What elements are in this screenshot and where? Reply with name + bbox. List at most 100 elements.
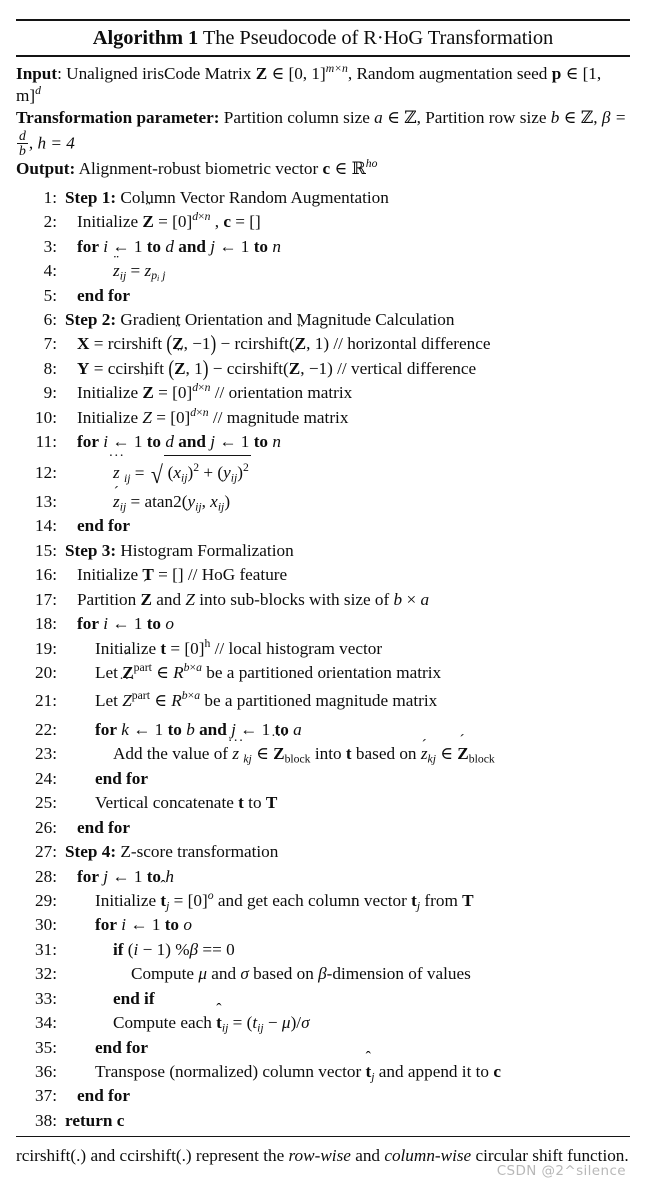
line-content: Initialize ˆ tj = [0]o and get each colum… [95, 878, 474, 913]
algorithm-preamble: Input: Unaligned irisCode Matrix Z ∈ [0,… [16, 57, 630, 182]
line-number: 5: [43, 285, 57, 305]
line-content: end for [77, 1086, 130, 1106]
code-line: 38: return c [16, 1109, 630, 1133]
line-content: return c [65, 1110, 125, 1130]
line-number: 30: [35, 915, 57, 935]
footnote-part-1: rcirshift(.) and ccirshift(.) represent … [16, 1146, 285, 1166]
z-acute-symbol: ´ Z [457, 731, 469, 764]
line-number: 18: [35, 614, 57, 634]
line-number: 35: [35, 1037, 57, 1057]
line-content: Compute each ˆ tij = (tij − μ)/σ [113, 1000, 310, 1035]
code-line: 21: Let ˙˙˙ Zpart ∈ Rb×a be a partitioned … [16, 676, 630, 718]
param-a-membership: ∈ ℤ [387, 107, 417, 127]
z-diaeresis-symbol: ¨ Z [142, 199, 154, 232]
param-b-membership: ∈ ℤ [563, 107, 594, 127]
algorithm-title-rest: The Pseudocode of R·HoG Transformation [202, 27, 554, 49]
line-number: 37: [35, 1086, 57, 1106]
code-line: 18: for i ← 1 to o [16, 612, 630, 636]
code-line: 19: Initialize t = [0]h // local histogra… [16, 637, 630, 661]
line-content: X = rcirshift (¨ Z, −1) − rcirshift(¨ Z, 1… [77, 321, 491, 356]
code-line: 32: Compute μ and σ based on β-dimension … [16, 962, 630, 986]
line-content: end if [113, 988, 155, 1008]
output-c-symbol: c [322, 158, 331, 178]
z-triple-dot-symbol: ˙˙˙ z [227, 736, 244, 764]
line-content: Step 3: Histogram Formalization [65, 539, 630, 563]
code-line: 23: Add the value of ˙˙˙ z kj ∈ ˙˙˙ Zblock … [16, 731, 630, 766]
line-content: ´ zij = atan2(yij, xij) [113, 484, 231, 514]
line-content: end for [77, 516, 130, 536]
line-number: 27: [35, 842, 57, 862]
code-line: 9: Initialize ´ Z = [0]d×n // orientation … [16, 372, 630, 405]
step-label: Step 3: [65, 540, 117, 560]
line-number: 17: [35, 589, 57, 609]
code-line: 6: Step 2: Gradient Orientation and Magni… [16, 308, 630, 332]
line-number: 34: [35, 1013, 57, 1033]
line-number: 31: [35, 939, 57, 959]
line-content: Step 4: Z-score transformation [65, 840, 630, 864]
line-number: 2: [43, 212, 57, 232]
line-number: 6: [43, 310, 57, 330]
pseudocode-body: 1: Step 1: Column Vector Random Augmentat… [16, 182, 630, 1136]
code-line: 20: Let ´ Zpart ∈ Rb×a be a partitioned or… [16, 651, 630, 685]
line-content: Transpose (normalized) column vector ˆ tj… [95, 1049, 501, 1084]
line-number: 21: [35, 691, 57, 711]
code-line: 26: end for [16, 816, 630, 840]
line-text: Histogram Formalization [120, 540, 294, 560]
line-content: for i ← 1 to o [77, 614, 174, 634]
z-acute-symbol: ´ Z [140, 577, 152, 609]
code-line: 8: Y = ccirshift (¨ Z, 1) − ccirshift(¨ Z, … [16, 346, 630, 381]
step-label: Step 2: [65, 310, 117, 330]
footnote-part-2: and [355, 1146, 381, 1166]
code-line: 28: for j ← 1 to h [16, 865, 630, 889]
beta-denominator: b [17, 142, 28, 158]
line-number: 22: [35, 720, 57, 740]
line-number: 25: [35, 793, 57, 813]
z-triple-dot-symbol: ˙˙˙ Z [270, 731, 287, 764]
line-number: 26: [35, 817, 57, 837]
line-content: for i ← 1 to d and j ← 1 to n [77, 236, 281, 256]
line-number: 24: [35, 768, 57, 788]
algorithm-title-keyword: Algorithm 1 [92, 27, 199, 49]
line-number: 23: [35, 744, 57, 764]
line-content: end for [95, 1037, 148, 1057]
line-content: Partition ´ Z and Z into sub-blocks with … [65, 577, 630, 612]
output-text: Alignment-robust biometric vector [78, 158, 319, 178]
line-content: Add the value of ˙˙˙ z kj ∈ ˙˙˙ Zblock int… [113, 731, 495, 766]
line-content: for k ← 1 to b and j ← 1 to a [95, 720, 302, 740]
line-content: Let ˙˙˙ Zpart ∈ Rb×a be a partitioned mag… [65, 676, 630, 718]
line-number: 12: [35, 463, 57, 483]
z-acute-symbol: ´ z [420, 736, 428, 764]
line-content: Initialize T = [] // HoG feature [77, 565, 288, 585]
line-content: end for [95, 768, 148, 788]
radical-sign: √ [150, 461, 164, 489]
z-diaeresis-symbol: ¨ z [113, 253, 120, 281]
code-line: 13: ´ zij = atan2(yij, xij) [16, 484, 630, 514]
output-membership: ∈ ℝ [334, 158, 366, 178]
line-text: Column Vector Random Augmentation [120, 187, 389, 207]
algorithm-block: Algorithm 1 The Pseudocode of R·HoG Tran… [16, 0, 630, 1179]
z-diaeresis-symbol: ¨ Z [288, 346, 301, 378]
z-diaeresis-symbol: ¨ Z [174, 346, 186, 378]
step-label: Step 1: [65, 187, 117, 207]
param-line: Transformation parameter: Partition colu… [16, 107, 627, 158]
param-label: Transformation parameter: [16, 107, 220, 127]
param-b-symbol: b [550, 107, 560, 127]
line-content: Initialize t = [0]h // local histogram v… [95, 636, 383, 658]
input-label: Input [16, 63, 58, 83]
line-content: for i ← 1 to o [95, 915, 192, 935]
line-content: for j ← 1 to h [77, 866, 174, 886]
line-content: Let ´ Zpart ∈ Rb×a be a partitioned orien… [65, 651, 630, 685]
t-hat-symbol: ˆt [160, 878, 167, 910]
beta-fraction: db [17, 128, 28, 158]
step-label: Step 4: [65, 842, 117, 862]
code-line: 33: end if [16, 987, 630, 1011]
code-line: 14: end for [16, 514, 630, 538]
line-content: Compute μ and σ based on β-dimension of … [131, 964, 471, 984]
line-content: ˙˙˙ z ij = √ (xij)2 + (yij)2 [65, 452, 630, 490]
input-matrix-symbol: Z [255, 63, 268, 83]
output-dims: ho [365, 156, 378, 170]
code-line: 4: ¨ zij = zpi j [16, 253, 630, 283]
code-line: 5: end for [16, 284, 630, 308]
watermark: CSDN @2^silence [496, 1163, 626, 1180]
code-line: 31: if (i − 1) %β == 0 [16, 938, 630, 962]
